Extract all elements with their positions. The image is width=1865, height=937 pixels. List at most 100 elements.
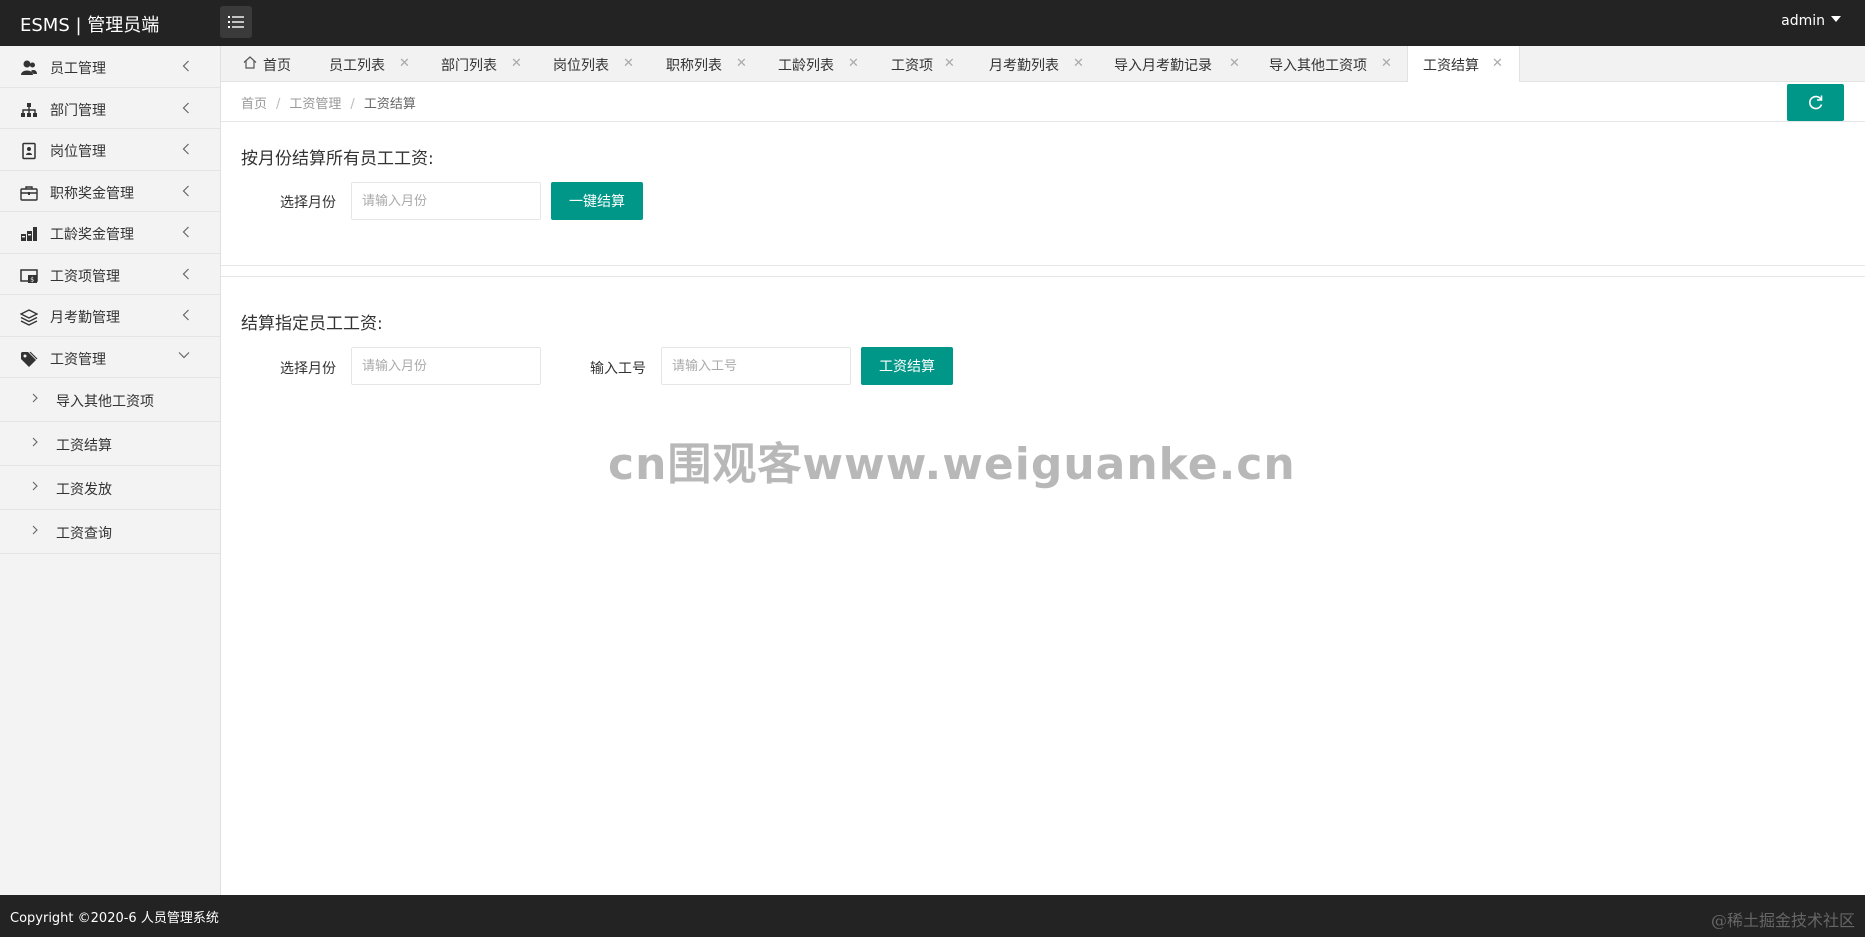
sidebar-item-employee[interactable]: 员工管理: [0, 46, 220, 88]
tab-bar: 首页 员工列表 ✕ 部门列表 ✕ 岗位列表 ✕ 职称列表 ✕ 工龄列表 ✕ 工资…: [221, 46, 1865, 83]
watermark: cn围观客www.weiguanke.cn: [608, 439, 1296, 490]
sidebar: 员工管理 部门管理 岗位管理 职称奖金管理 工龄奖金管理 $ 工资项管理 月考勤…: [0, 46, 221, 895]
close-icon[interactable]: ✕: [1073, 56, 1084, 71]
employee-id-label: 输入工号: [590, 361, 646, 377]
sidebar-item-attendance[interactable]: 月考勤管理: [0, 295, 220, 337]
breadcrumb-home[interactable]: 首页: [241, 97, 267, 112]
sidebar-subitem-query[interactable]: 工资查询: [0, 510, 220, 554]
list-icon: [228, 16, 244, 28]
breadcrumb: 首页 / 工资管理 / 工资结算: [241, 93, 416, 112]
chevron-left-icon: [182, 268, 189, 279]
money-card-icon: $: [20, 268, 38, 283]
chevron-right-icon: [32, 481, 38, 491]
tab-position-list[interactable]: 岗位列表 ✕: [553, 46, 634, 82]
chevron-left-icon: [182, 143, 189, 155]
footer: Copyright ©2020-6 人员管理系统 @稀土掘金技术社区: [0, 895, 1865, 937]
chevron-left-icon: [182, 102, 189, 113]
chevron-left-icon: [182, 60, 189, 72]
refresh-icon: [1809, 95, 1823, 110]
bars-icon: [21, 227, 37, 241]
user-menu[interactable]: admin: [1781, 13, 1841, 29]
tab-settlement[interactable]: 工资结算 ✕: [1407, 46, 1520, 83]
tab-import-other[interactable]: 导入其他工资项 ✕: [1269, 46, 1392, 82]
sidebar-item-label: 职称奖金管理: [50, 185, 134, 202]
svg-text:$: $: [30, 276, 34, 283]
tab-label: 月考勤列表: [989, 58, 1059, 74]
sidebar-item-department[interactable]: 部门管理: [0, 88, 220, 129]
breadcrumb-separator: /: [350, 97, 355, 112]
sidebar-subitem-label: 工资查询: [56, 526, 112, 542]
close-icon[interactable]: ✕: [1492, 56, 1503, 71]
tab-department-list[interactable]: 部门列表 ✕: [441, 46, 522, 82]
juejin-watermark: @稀土掘金技术社区: [1710, 911, 1855, 930]
sidebar-item-salary[interactable]: 工资管理: [0, 337, 220, 378]
sidebar-item-seniority-bonus[interactable]: 工龄奖金管理: [0, 212, 220, 254]
caret-down-icon: [1831, 16, 1841, 22]
section-title-employee: 结算指定员工工资:: [241, 314, 383, 334]
sidebar-subitem-label: 导入其他工资项: [56, 394, 154, 410]
menu-toggle-button[interactable]: [220, 6, 252, 38]
sidebar-item-label: 月考勤管理: [50, 310, 120, 326]
close-icon[interactable]: ✕: [399, 56, 410, 71]
tab-import-attendance[interactable]: 导入月考勤记录 ✕: [1114, 46, 1240, 82]
close-icon[interactable]: ✕: [944, 56, 955, 71]
copyright-text: Copyright ©2020-6 人员管理系统: [10, 911, 219, 926]
sidebar-subitem-settlement[interactable]: 工资结算: [0, 422, 220, 466]
sidebar-item-salary-item[interactable]: $ 工资项管理: [0, 254, 220, 295]
section-title-all: 按月份结算所有员工工资:: [241, 149, 434, 169]
chevron-down-icon: [178, 351, 190, 358]
sidebar-item-label: 员工管理: [50, 61, 106, 77]
badge-icon: [22, 142, 36, 160]
tab-salary-item[interactable]: 工资项 ✕: [891, 46, 955, 82]
one-click-settle-button[interactable]: 一键结算: [551, 182, 643, 220]
chevron-right-icon: [32, 437, 38, 447]
month-label: 选择月份: [280, 195, 336, 211]
tab-label: 导入月考勤记录: [1114, 58, 1212, 74]
briefcase-icon: [20, 185, 38, 201]
sidebar-item-title-bonus[interactable]: 职称奖金管理: [0, 171, 220, 212]
chevron-left-icon: [182, 309, 189, 321]
sidebar-item-label: 部门管理: [50, 102, 106, 119]
close-icon[interactable]: ✕: [736, 56, 747, 71]
close-icon[interactable]: ✕: [1381, 56, 1392, 71]
users-icon: [21, 60, 37, 75]
tab-label: 员工列表: [329, 58, 385, 74]
sidebar-item-label: 工龄奖金管理: [50, 227, 134, 243]
close-icon[interactable]: ✕: [623, 56, 634, 71]
sidebar-item-label: 工资管理: [50, 351, 106, 368]
chevron-right-icon: [32, 525, 38, 535]
employee-id-input[interactable]: [661, 347, 851, 385]
tab-label: 岗位列表: [553, 58, 609, 74]
tab-seniority-list[interactable]: 工龄列表 ✕: [778, 46, 859, 82]
tab-employee-list[interactable]: 员工列表 ✕: [329, 46, 410, 82]
sidebar-item-label: 岗位管理: [50, 144, 106, 160]
chevron-right-icon: [32, 393, 38, 403]
tab-label: 导入其他工资项: [1269, 58, 1367, 74]
refresh-button[interactable]: [1787, 84, 1844, 121]
tab-label: 工龄列表: [778, 58, 834, 74]
divider: [221, 276, 1865, 277]
month-input-employee[interactable]: [351, 347, 541, 385]
home-icon: [243, 56, 257, 69]
sidebar-item-position[interactable]: 岗位管理: [0, 129, 220, 171]
tag-icon: [21, 351, 38, 367]
tab-attendance-list[interactable]: 月考勤列表 ✕: [989, 46, 1084, 82]
month-input-all[interactable]: [351, 182, 541, 220]
chevron-left-icon: [182, 226, 189, 238]
divider: [221, 265, 1865, 266]
breadcrumb-current: 工资结算: [363, 97, 416, 112]
tab-label: 部门列表: [441, 58, 497, 74]
close-icon[interactable]: ✕: [1229, 56, 1240, 71]
breadcrumb-separator: /: [276, 97, 281, 112]
close-icon[interactable]: ✕: [848, 56, 859, 71]
breadcrumb-salary-management[interactable]: 工资管理: [289, 97, 341, 112]
salary-settle-button[interactable]: 工资结算: [861, 347, 953, 385]
tab-label: 工资结算: [1423, 58, 1479, 74]
tab-label: 职称列表: [666, 58, 722, 74]
brand-title: ESMS | 管理员端: [20, 15, 160, 36]
close-icon[interactable]: ✕: [511, 56, 522, 71]
sidebar-subitem-import-other[interactable]: 导入其他工资项: [0, 378, 220, 422]
chevron-left-icon: [182, 185, 189, 196]
tab-title-list[interactable]: 职称列表 ✕: [666, 46, 747, 82]
sidebar-subitem-payout[interactable]: 工资发放: [0, 466, 220, 510]
